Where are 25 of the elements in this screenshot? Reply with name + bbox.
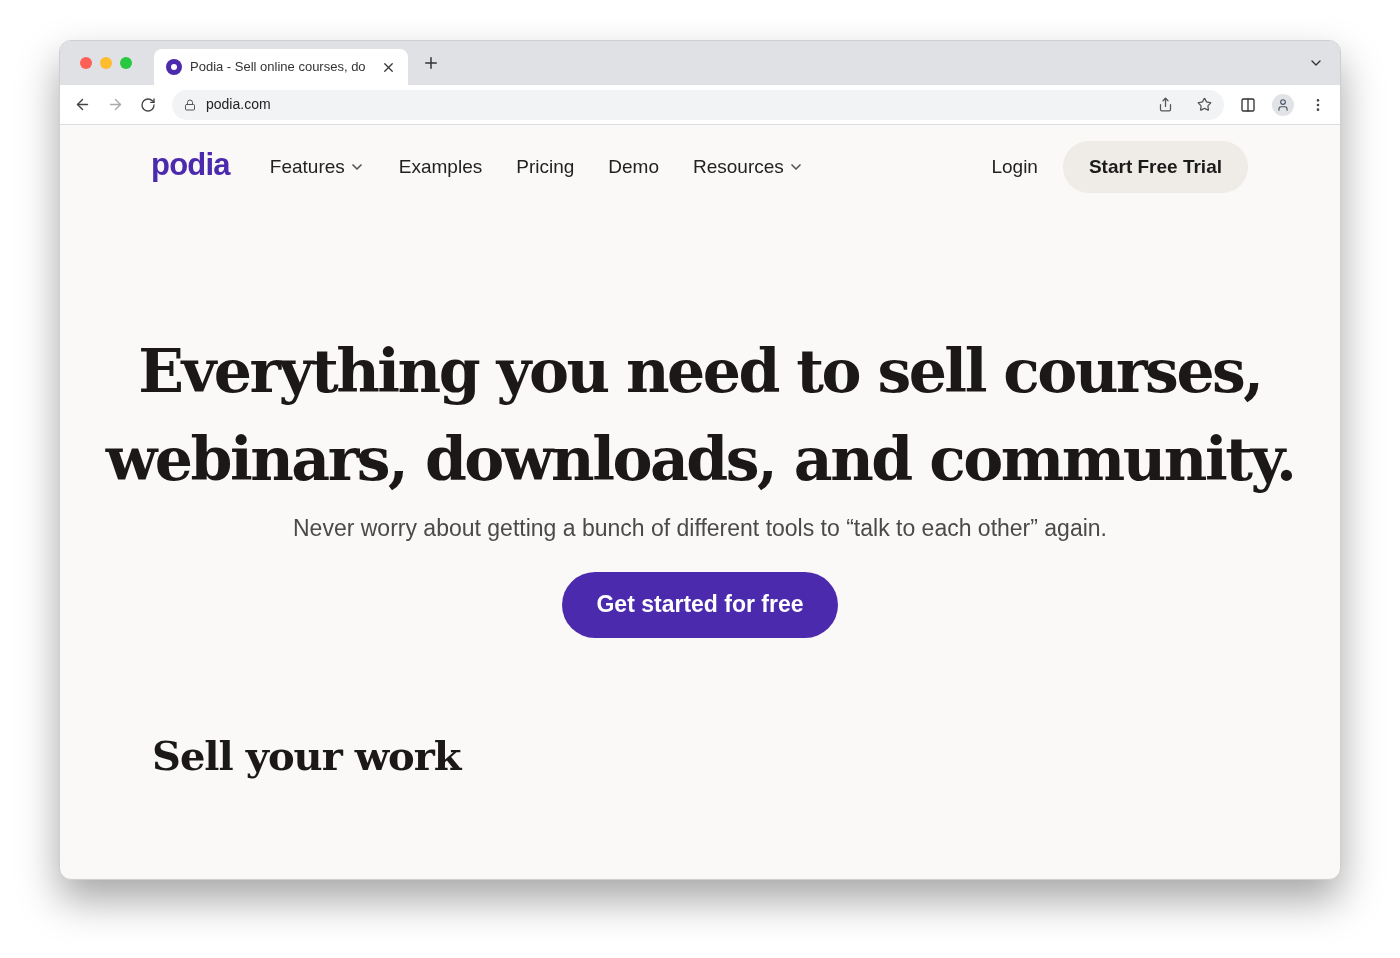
back-icon[interactable]: [74, 96, 91, 113]
tab-title: Podia - Sell online courses, do: [190, 58, 367, 77]
favicon-icon: [166, 59, 182, 75]
browser-tab[interactable]: Podia - Sell online courses, do: [154, 49, 408, 85]
share-icon[interactable]: [1158, 97, 1173, 112]
podia-logo[interactable]: podia: [151, 141, 230, 189]
url-text: podia.com: [206, 95, 272, 114]
lock-icon: [184, 98, 196, 111]
get-started-button[interactable]: Get started for free: [562, 571, 838, 638]
reload-icon[interactable]: [140, 96, 156, 113]
address-bar[interactable]: podia.com: [172, 89, 1224, 120]
start-free-trial-button[interactable]: Start Free Trial: [1062, 141, 1248, 193]
nav-link[interactable]: Pricing: [516, 152, 575, 182]
hero-heading: Everything you need to sell courses, webinars, downloads, and community.: [104, 335, 1296, 496]
side-panel-icon[interactable]: [1240, 96, 1256, 113]
section-heading: Sell your work: [152, 730, 464, 781]
nav-link[interactable]: Features: [269, 152, 365, 182]
profile-icon[interactable]: [1272, 93, 1294, 116]
login-link[interactable]: Login: [991, 152, 1038, 182]
nav-link[interactable]: Examples: [398, 152, 483, 182]
hero-subtitle: Never worry about getting a bunch of different tools to “talk to each other” again.: [293, 514, 1107, 543]
nav-link[interactable]: Demo: [608, 152, 659, 182]
nav-link[interactable]: Resources: [692, 152, 804, 182]
bookmark-star-icon[interactable]: [1197, 97, 1212, 112]
new-tab-icon[interactable]: [422, 54, 440, 72]
